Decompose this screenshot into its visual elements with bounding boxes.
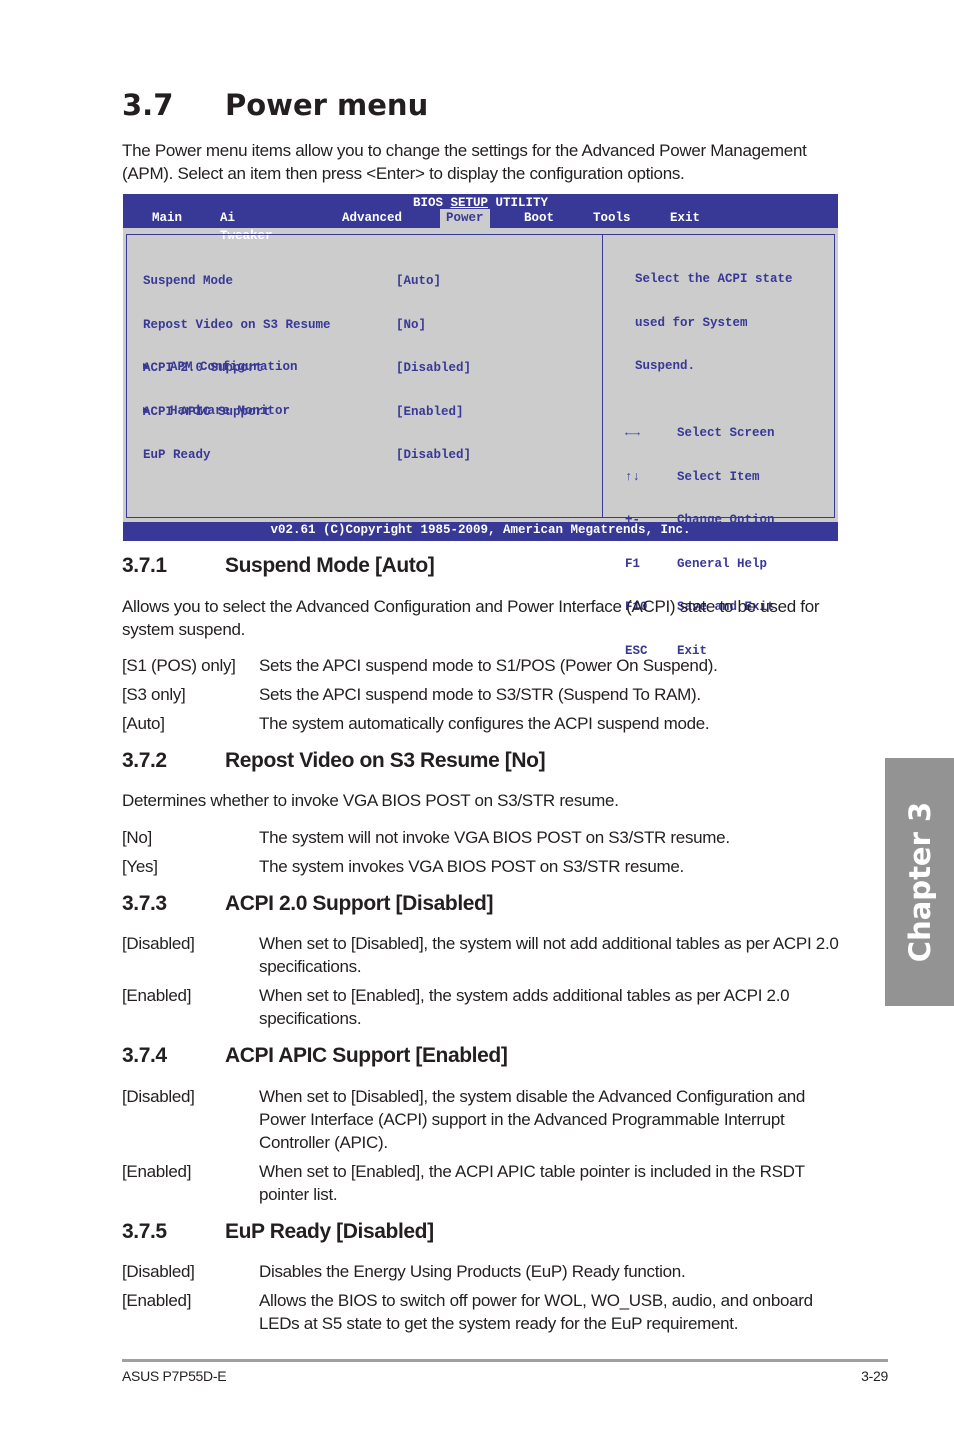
page-title: 3.7 Power menu: [122, 88, 428, 122]
option-value: [Enabled]: [122, 1291, 192, 1310]
bios-menu-bar: BIOS SETUP UTILITY Main Ai Tweaker Advan…: [123, 194, 838, 243]
bios-tab-power[interactable]: Power: [440, 209, 490, 228]
option-value: [Disabled]: [122, 1087, 195, 1106]
help-line: Select the ACPI state: [635, 272, 793, 286]
item-label: EuP Ready: [143, 448, 211, 462]
intro-paragraph: The Power menu items allow you to change…: [122, 141, 807, 183]
bios-item-repost-video[interactable]: Repost Video on S3 Resume [No]: [143, 318, 583, 333]
section-number: 3.7: [122, 88, 174, 122]
bios-tab-advanced[interactable]: Advanced: [336, 209, 408, 228]
help-line: Suspend.: [635, 359, 696, 373]
footer-page-number: 3-29: [861, 1368, 888, 1384]
subsection-title: ACPI 2.0 Support [Disabled]: [225, 892, 494, 915]
option-value: [Disabled]: [122, 934, 195, 953]
subsection-number: 3.7.5: [122, 1220, 167, 1243]
bios-submenu-list: ▶ APM Configuration ▶ Hardware Monitor: [143, 331, 443, 447]
option-description: Sets the APCI suspend mode to S3/STR (Su…: [259, 685, 701, 704]
subsection-title: Repost Video on S3 Resume [No]: [225, 749, 546, 772]
subsection-title: ACPI APIC Support [Enabled]: [225, 1044, 508, 1067]
key-name: F1: [625, 556, 641, 571]
subsection-number: 3.7.3: [122, 892, 167, 915]
subsection-heading: 3.7.4 ACPI APIC Support [Enabled]: [122, 1044, 508, 1068]
subsection-title: Suspend Mode [Auto]: [225, 554, 435, 577]
key-desc: Select Item: [677, 469, 760, 484]
option-value: [No]: [122, 828, 152, 847]
option-description: When set to [Disabled], the system disab…: [259, 1087, 806, 1152]
option-value: [Disabled]: [122, 1262, 195, 1281]
subsection-number: 3.7.4: [122, 1044, 167, 1067]
key-legend-row: ↑↓ Select Item: [625, 470, 825, 485]
item-value: [No]: [396, 317, 427, 332]
option-value: [S3 only]: [122, 685, 186, 704]
subsection-description: Determines whether to invoke VGA BIOS PO…: [122, 791, 619, 810]
option-value: [Auto]: [122, 714, 165, 733]
bios-title-part: SETUP: [450, 196, 488, 210]
item-label: Repost Video on S3 Resume: [143, 317, 331, 332]
up-down-arrows-icon: ↑↓: [625, 469, 641, 484]
option-description: The system automatically configures the …: [259, 714, 710, 733]
bios-tab-ai-tweaker[interactable]: Ai Tweaker: [214, 209, 279, 243]
option-description: When set to [Enabled], the system adds a…: [259, 986, 790, 1028]
subsection-description: Allows you to select the Advanced Config…: [122, 597, 820, 639]
section-title: Power menu: [225, 88, 429, 122]
help-line: used for System: [635, 315, 748, 330]
footer-product-name: ASUS P7P55D-E: [122, 1368, 227, 1384]
option-description: When set to [Enabled], the ACPI APIC tab…: [259, 1162, 805, 1204]
bios-item-eup-ready[interactable]: EuP Ready [Disabled]: [143, 448, 583, 463]
footer-divider: [122, 1359, 888, 1362]
subsection-number: 3.7.2: [122, 749, 167, 772]
item-value: [Auto]: [396, 274, 442, 288]
left-right-arrows-icon: ←→: [625, 426, 641, 440]
bios-tab-main[interactable]: Main: [146, 209, 188, 228]
triangle-right-icon: ▶: [143, 404, 150, 417]
subsection-title: EuP Ready [Disabled]: [225, 1220, 434, 1243]
key-desc: General Help: [677, 556, 768, 571]
bios-tab-tools[interactable]: Tools: [587, 209, 637, 228]
option-description: The system invokes VGA BIOS POST on S3/S…: [259, 857, 684, 876]
subsection-heading: 3.7.5 EuP Ready [Disabled]: [122, 1220, 434, 1244]
option-description: Allows the BIOS to switch off power for …: [259, 1291, 813, 1333]
key-desc: Select Screen: [677, 426, 775, 440]
item-value: [Disabled]: [396, 448, 472, 462]
bios-screenshot: BIOS SETUP UTILITY Main Ai Tweaker Advan…: [123, 194, 838, 658]
option-value: [Enabled]: [122, 986, 192, 1005]
bios-help-text: Select the ACPI state used for System Su…: [635, 243, 793, 403]
subsection-heading: 3.7.2 Repost Video on S3 Resume [No]: [122, 749, 546, 773]
bios-item-suspend-mode[interactable]: Suspend Mode [Auto]: [143, 274, 583, 289]
bios-title-part: UTILITY: [488, 196, 549, 210]
item-label: Suspend Mode: [143, 274, 234, 288]
bios-key-legend: ←→ Select Screen ↑↓ Select Item +- Change O…: [625, 397, 825, 687]
option-value: [Enabled]: [122, 1162, 192, 1181]
key-legend-row: F1 General Help: [625, 557, 825, 572]
option-description: When set to [Disabled], the system will …: [259, 934, 839, 976]
subsection-heading: 3.7.3 ACPI 2.0 Support [Disabled]: [122, 892, 493, 916]
key-legend-row: ←→ Select Screen: [625, 426, 825, 441]
chapter-label: Chapter 3: [902, 801, 937, 963]
triangle-right-icon: ▶: [143, 361, 150, 373]
bios-submenu-apm-configuration[interactable]: ▶ APM Configuration: [143, 360, 443, 375]
option-description: The system will not invoke VGA BIOS POST…: [259, 828, 730, 847]
chapter-tab: Chapter 3: [885, 758, 954, 1006]
option-description: Sets the APCI suspend mode to S1/POS (Po…: [259, 656, 718, 675]
bios-tab-boot[interactable]: Boot: [518, 209, 560, 228]
option-value: [S1 (POS) only]: [122, 656, 236, 675]
subsection-number: 3.7.1: [122, 554, 167, 577]
submenu-label: APM Configuration: [170, 360, 298, 374]
bios-submenu-hardware-monitor[interactable]: ▶ Hardware Monitor: [143, 404, 443, 419]
option-description: Disables the Energy Using Products (EuP)…: [259, 1262, 686, 1281]
bios-copyright-bar: v02.61 (C)Copyright 1985-2009, American …: [123, 522, 838, 541]
subsection-heading: 3.7.1 Suspend Mode [Auto]: [122, 554, 435, 578]
bios-tab-exit[interactable]: Exit: [664, 209, 706, 228]
submenu-label: Hardware Monitor: [170, 403, 291, 418]
bios-title: BIOS SETUP UTILITY: [123, 196, 838, 210]
option-value: [Yes]: [122, 857, 158, 876]
bios-title-part: BIOS: [412, 196, 451, 210]
